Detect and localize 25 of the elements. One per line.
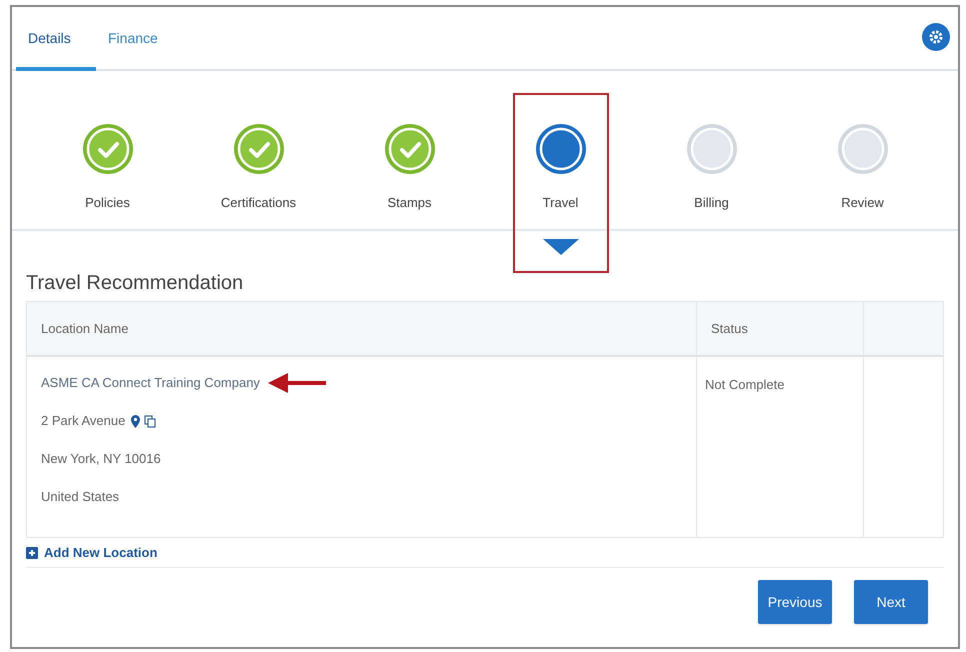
step-label: Billing xyxy=(694,194,729,212)
column-header: Location Name xyxy=(27,302,697,355)
step-label: Travel xyxy=(542,194,578,212)
nav-button[interactable]: Next xyxy=(854,580,928,624)
copy-icon[interactable] xyxy=(144,414,158,428)
tab[interactable]: Details xyxy=(16,24,96,71)
step-label: Stamps xyxy=(387,194,432,212)
settings-icon xyxy=(929,30,943,44)
address-line: New York, NY 10016 xyxy=(41,450,161,468)
step-label: Certifications xyxy=(220,194,296,212)
location-name-link[interactable]: ASME CA Connect Training Company xyxy=(41,373,260,393)
address-line: 2 Park Avenue xyxy=(41,412,126,430)
section-title: Travel Recommendation xyxy=(26,273,244,293)
column-header: Status xyxy=(697,302,864,355)
add-location-link[interactable]: Add New Location xyxy=(44,542,158,562)
settings-button[interactable] xyxy=(922,23,950,51)
nav-button[interactable]: Previous xyxy=(758,580,832,624)
address-line: United States xyxy=(41,488,120,506)
add-icon xyxy=(26,546,38,558)
tab[interactable]: Finance xyxy=(96,24,170,71)
status-text: Not Complete xyxy=(705,377,784,392)
step-label: Review xyxy=(841,194,884,212)
step-label: Policies xyxy=(85,194,130,212)
map-pin-icon[interactable] xyxy=(131,414,140,428)
current-step-pointer-icon xyxy=(542,239,578,255)
